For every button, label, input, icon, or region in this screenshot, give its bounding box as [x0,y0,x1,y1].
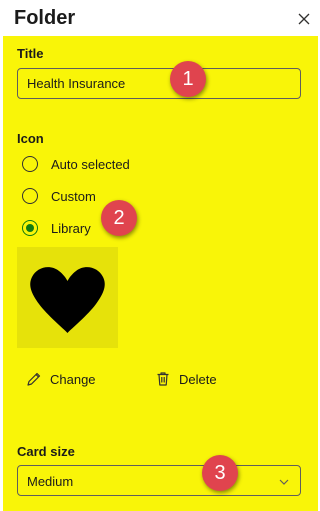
icon-preview [17,247,118,348]
radio-label: Auto selected [51,156,130,172]
trash-icon [157,372,169,386]
radio-library[interactable]: Library [22,218,91,238]
chevron-down-icon [279,479,289,485]
radio-custom[interactable]: Custom [22,186,96,206]
heart-icon [30,267,105,333]
radio-button-selected[interactable] [22,220,38,236]
change-label: Change [50,371,96,387]
icon-label: Icon [17,131,44,146]
radio-label: Custom [51,188,96,204]
title-input[interactable] [17,68,301,99]
change-button[interactable]: Change [26,369,96,389]
radio-auto-selected[interactable]: Auto selected [22,154,130,174]
close-button[interactable] [296,11,312,27]
card-size-label: Card size [17,444,75,459]
panel-title: Folder [14,7,76,29]
panel-header: Folder [0,0,318,36]
radio-button[interactable] [22,188,38,204]
card-size-value: Medium [27,474,74,489]
annotation-badge-1: 1 [170,61,206,97]
title-label: Title [17,46,44,61]
delete-label: Delete [179,371,217,387]
radio-label: Library [51,220,91,236]
annotation-badge-3: 3 [202,455,238,491]
card-size-dropdown[interactable]: Medium [17,465,301,496]
pencil-icon [27,372,41,386]
radio-button[interactable] [22,156,38,172]
delete-button[interactable]: Delete [155,369,217,389]
annotation-badge-2: 2 [101,200,137,236]
close-icon [298,13,310,25]
